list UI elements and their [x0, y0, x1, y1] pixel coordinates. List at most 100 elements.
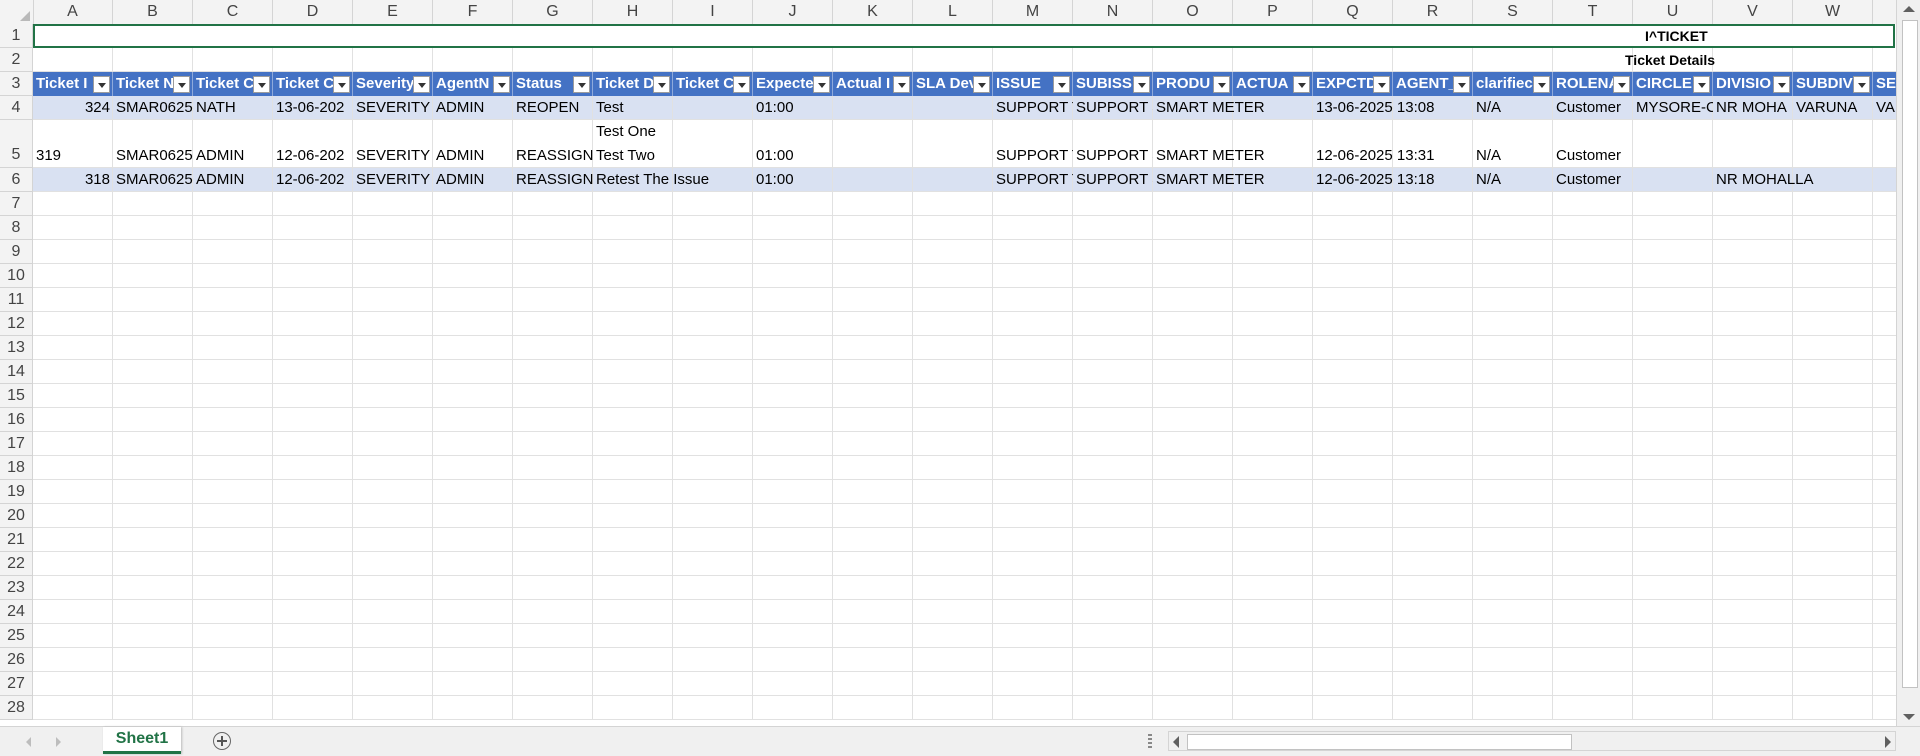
filter-dropdown-icon[interactable]: [333, 76, 350, 93]
row-header-2[interactable]: 2: [0, 48, 33, 72]
column-header-m[interactable]: M: [993, 0, 1073, 24]
table-cell[interactable]: N/A: [1473, 96, 1553, 120]
filter-dropdown-icon[interactable]: [1613, 76, 1630, 93]
vertical-scrollbar[interactable]: [1896, 0, 1920, 726]
column-header-j[interactable]: J: [753, 0, 833, 24]
filter-dropdown-icon[interactable]: [1053, 76, 1070, 93]
table-cell[interactable]: ADMIN: [193, 168, 273, 192]
row-header-22[interactable]: 22: [0, 552, 33, 576]
column-header-b[interactable]: B: [113, 0, 193, 24]
table-cell[interactable]: ADMIN: [433, 120, 513, 168]
filter-dropdown-icon[interactable]: [1773, 76, 1790, 93]
filter-dropdown-icon[interactable]: [733, 76, 750, 93]
horizontal-scrollbar[interactable]: [1168, 731, 1896, 751]
row-header-3[interactable]: 3: [0, 72, 33, 96]
table-cell[interactable]: SEVERITY :: [353, 96, 433, 120]
row-header-15[interactable]: 15: [0, 384, 33, 408]
table-cell[interactable]: SMART METER: [1153, 168, 1313, 192]
table-cell[interactable]: 319: [33, 120, 113, 168]
row-header-26[interactable]: 26: [0, 648, 33, 672]
table-cell[interactable]: SUPPORT T: [993, 120, 1073, 168]
scroll-up-arrow-icon[interactable]: [1903, 6, 1915, 12]
table-cell[interactable]: Test One Test Two: [593, 120, 673, 168]
scroll-down-arrow-icon[interactable]: [1903, 714, 1915, 720]
table-cell[interactable]: 01:00: [753, 120, 833, 168]
column-header-f[interactable]: F: [433, 0, 513, 24]
row-header-19[interactable]: 19: [0, 480, 33, 504]
column-header-c[interactable]: C: [193, 0, 273, 24]
table-cell[interactable]: REOPEN: [513, 96, 593, 120]
add-sheet-icon[interactable]: [213, 732, 231, 750]
column-header-n[interactable]: N: [1073, 0, 1153, 24]
row-header-7[interactable]: 7: [0, 192, 33, 216]
filter-dropdown-icon[interactable]: [1133, 76, 1150, 93]
table-cell[interactable]: NR MOHA: [1713, 96, 1793, 120]
filter-dropdown-icon[interactable]: [573, 76, 590, 93]
table-cell[interactable]: 01:00: [753, 96, 833, 120]
table-cell[interactable]: SMAR0625: [113, 96, 193, 120]
row-header-1[interactable]: 1: [0, 24, 33, 48]
row-header-16[interactable]: 16: [0, 408, 33, 432]
table-cell[interactable]: REASSIGN: [513, 120, 593, 168]
table-cell[interactable]: REASSIGN: [513, 168, 593, 192]
table-cell[interactable]: NR MOHALLA: [1713, 168, 1873, 192]
row-header-13[interactable]: 13: [0, 336, 33, 360]
filter-dropdown-icon[interactable]: [1293, 76, 1310, 93]
filter-dropdown-icon[interactable]: [173, 76, 190, 93]
table-cell[interactable]: 324: [33, 96, 113, 120]
filter-dropdown-icon[interactable]: [1693, 76, 1710, 93]
filter-dropdown-icon[interactable]: [1373, 76, 1390, 93]
table-header-cell[interactable]: SE: [1873, 72, 1896, 96]
next-sheet-arrow-icon[interactable]: [56, 737, 61, 747]
scroll-left-arrow-icon[interactable]: [1173, 736, 1179, 748]
table-cell[interactable]: ADMIN: [433, 96, 513, 120]
table-cell[interactable]: SUPPORT T: [993, 168, 1073, 192]
column-header-i[interactable]: I: [673, 0, 753, 24]
table-cell[interactable]: SMAR0625: [113, 168, 193, 192]
sheet-tab-sheet1[interactable]: Sheet1: [103, 727, 181, 754]
row-header-8[interactable]: 8: [0, 216, 33, 240]
table-cell[interactable]: SMART METER: [1153, 120, 1313, 168]
table-cell[interactable]: Test: [593, 96, 673, 120]
column-header-h[interactable]: H: [593, 0, 673, 24]
row-header-14[interactable]: 14: [0, 360, 33, 384]
table-cell[interactable]: 318: [33, 168, 113, 192]
row-header-20[interactable]: 20: [0, 504, 33, 528]
table-cell[interactable]: Customer: [1553, 120, 1633, 168]
table-cell[interactable]: SMAR0625: [113, 120, 193, 168]
row-header-17[interactable]: 17: [0, 432, 33, 456]
row-header-25[interactable]: 25: [0, 624, 33, 648]
column-header-t[interactable]: T: [1553, 0, 1633, 24]
column-header-g[interactable]: G: [513, 0, 593, 24]
column-header-l[interactable]: L: [913, 0, 993, 24]
worksheet-grid[interactable]: ABCDEFGHIJKLMNOPQRSTUVWX 123456789101112…: [0, 0, 1896, 726]
table-cell[interactable]: VA: [1873, 96, 1896, 120]
table-cell[interactable]: SUPPORT T: [993, 96, 1073, 120]
table-cell[interactable]: SEVERITY :: [353, 168, 433, 192]
sheet-subtitle[interactable]: Ticket Details: [33, 48, 1896, 72]
filter-dropdown-icon[interactable]: [493, 76, 510, 93]
table-cell[interactable]: SUPPORT S: [1073, 168, 1153, 192]
row-header-18[interactable]: 18: [0, 456, 33, 480]
table-cell[interactable]: Retest The Issue: [593, 168, 753, 192]
table-cell[interactable]: ADMIN: [433, 168, 513, 192]
row-header-23[interactable]: 23: [0, 576, 33, 600]
filter-dropdown-icon[interactable]: [653, 76, 670, 93]
table-cell[interactable]: VARUNA: [1793, 96, 1873, 120]
row-header-4[interactable]: 4: [0, 96, 33, 120]
column-header-p[interactable]: P: [1233, 0, 1313, 24]
filter-dropdown-icon[interactable]: [813, 76, 830, 93]
column-header-s[interactable]: S: [1473, 0, 1553, 24]
filter-dropdown-icon[interactable]: [1533, 76, 1550, 93]
table-cell[interactable]: 12-06-202: [273, 120, 353, 168]
column-header-u[interactable]: U: [1633, 0, 1713, 24]
filter-dropdown-icon[interactable]: [973, 76, 990, 93]
table-cell[interactable]: MYSORE-C: [1633, 96, 1713, 120]
row-header-28[interactable]: 28: [0, 696, 33, 720]
column-header-w[interactable]: W: [1793, 0, 1873, 24]
table-cell[interactable]: SUPPORT S: [1073, 120, 1153, 168]
filter-dropdown-icon[interactable]: [1453, 76, 1470, 93]
row-header-21[interactable]: 21: [0, 528, 33, 552]
table-cell[interactable]: N/A: [1473, 120, 1553, 168]
column-header-d[interactable]: D: [273, 0, 353, 24]
